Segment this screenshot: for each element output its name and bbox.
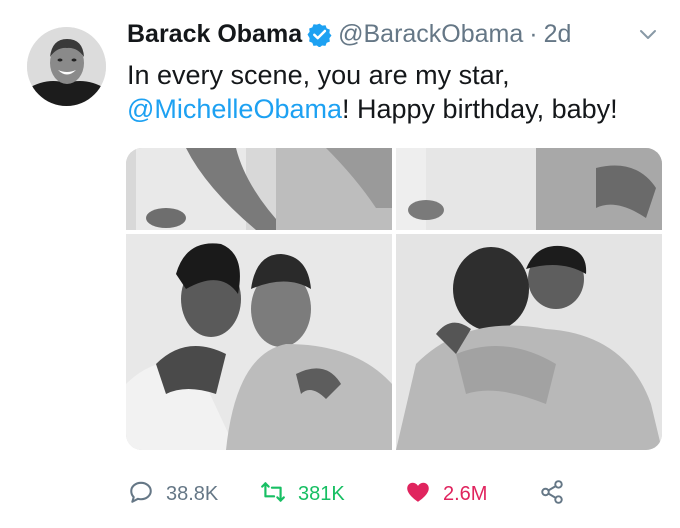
like-button[interactable]: 2.6M xyxy=(405,476,487,512)
tweet-actions: 38.8K 381K 2.6M xyxy=(128,476,588,512)
mention-link[interactable]: @MichelleObama xyxy=(127,94,342,124)
tweet-text-line1: In every scene, you are my star, xyxy=(127,60,510,90)
author-name[interactable]: Barack Obama xyxy=(127,20,302,49)
tweet-text: In every scene, you are my star, @Michel… xyxy=(127,58,667,126)
retweet-icon xyxy=(260,479,286,510)
photo-2[interactable] xyxy=(396,148,662,230)
reply-count: 38.8K xyxy=(166,482,219,505)
photo-grid xyxy=(126,148,662,450)
reply-icon xyxy=(128,479,154,510)
reply-button[interactable]: 38.8K xyxy=(128,476,218,512)
share-icon xyxy=(539,479,565,510)
verified-badge-icon xyxy=(307,22,332,48)
separator-dot: · xyxy=(529,19,538,48)
avatar[interactable] xyxy=(27,27,106,106)
tweet-text-rest: ! Happy birthday, baby! xyxy=(342,94,618,124)
photo-4[interactable] xyxy=(396,234,662,450)
retweet-count: 381K xyxy=(298,482,345,505)
heart-icon xyxy=(405,479,431,510)
chevron-down-icon[interactable] xyxy=(636,22,660,46)
retweet-button[interactable]: 381K xyxy=(260,476,345,512)
share-button[interactable] xyxy=(539,476,565,512)
tweet-header: Barack Obama @BarackObama · 2d xyxy=(127,14,660,54)
photo-1[interactable] xyxy=(126,148,392,230)
like-count: 2.6M xyxy=(443,482,488,505)
photo-3[interactable] xyxy=(126,234,392,450)
timestamp[interactable]: 2d xyxy=(544,20,572,49)
author-handle[interactable]: @BarackObama xyxy=(338,20,523,49)
